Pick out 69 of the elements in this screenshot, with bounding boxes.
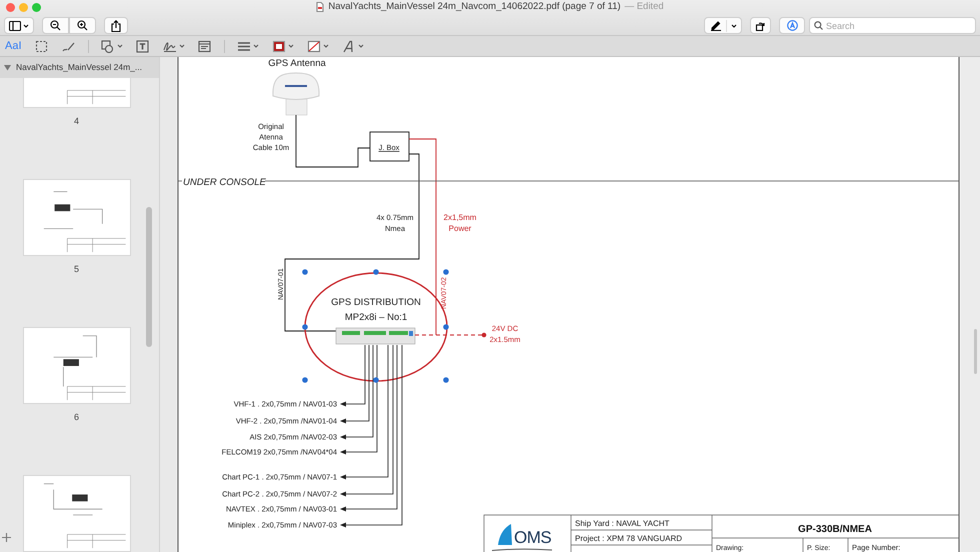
scroll-bar[interactable] bbox=[974, 329, 977, 374]
zoom-out-button[interactable] bbox=[42, 17, 69, 34]
caret-icon bbox=[358, 43, 364, 49]
sign-icon bbox=[162, 40, 177, 52]
close-button[interactable] bbox=[6, 2, 15, 12]
drawing-title: GP-330B/NMEA bbox=[798, 524, 872, 535]
rotate-button[interactable] bbox=[750, 17, 771, 34]
junction-box bbox=[370, 132, 410, 162]
selection-handle[interactable] bbox=[302, 324, 308, 330]
gps-antenna-drawing bbox=[272, 72, 320, 116]
zone-label: UNDER CONSOLE bbox=[183, 177, 266, 188]
pdf-file-icon bbox=[316, 2, 324, 12]
line-style-icon bbox=[236, 40, 251, 52]
distribution-title: GPS DISTRIBUTION bbox=[331, 297, 421, 308]
project-label: Project : XPM 78 VANGUARD bbox=[575, 534, 682, 543]
sidebar-icon bbox=[9, 20, 21, 30]
power-supply-line bbox=[414, 332, 486, 338]
shapes-icon bbox=[100, 40, 115, 52]
selection-handle[interactable] bbox=[443, 377, 449, 383]
selection-handle[interactable] bbox=[302, 377, 308, 383]
scroll-bar[interactable] bbox=[146, 207, 152, 347]
pen-icon bbox=[710, 20, 722, 31]
shapes-tool-button[interactable] bbox=[98, 38, 125, 54]
caret-icon bbox=[288, 43, 294, 49]
add-icon[interactable] bbox=[2, 533, 11, 542]
zoom-out-icon bbox=[50, 20, 61, 31]
fill-color-icon bbox=[306, 40, 321, 52]
selection-handle[interactable] bbox=[373, 377, 379, 383]
edited-status: — Edited bbox=[624, 0, 664, 14]
zoom-in-button[interactable] bbox=[69, 17, 96, 34]
disclosure-triangle-icon[interactable] bbox=[4, 64, 11, 71]
power-spec-label: 2x1,5mm Power bbox=[444, 213, 476, 233]
antenna-label: GPS Antenna bbox=[268, 58, 326, 69]
share-button[interactable] bbox=[104, 17, 128, 34]
zoom-in-icon bbox=[77, 20, 88, 31]
caret-icon bbox=[23, 22, 29, 28]
border-color-icon bbox=[272, 40, 286, 52]
rect-select-icon bbox=[34, 40, 49, 52]
search-field[interactable]: Search bbox=[809, 17, 976, 34]
selection-handle[interactable] bbox=[302, 269, 308, 275]
page-thumbnail[interactable] bbox=[22, 475, 130, 552]
text-box-icon bbox=[136, 40, 150, 52]
markup-pen-icon bbox=[786, 20, 798, 31]
annotate-button[interactable] bbox=[779, 17, 805, 34]
sidebar-toggle-button[interactable] bbox=[4, 17, 34, 34]
ship-yard-label: Ship Yard : NAVAL YACHT bbox=[575, 519, 670, 528]
caret-icon bbox=[116, 43, 123, 49]
page-thumbnail[interactable] bbox=[22, 179, 130, 256]
page-number-label: 4 bbox=[74, 115, 79, 128]
caret-icon bbox=[322, 43, 329, 49]
rotate-icon bbox=[755, 20, 766, 31]
text-select-tool-button[interactable]: AaI bbox=[3, 38, 24, 54]
distribution-model: MP2x8i – No:1 bbox=[344, 312, 408, 323]
search-icon bbox=[814, 21, 823, 30]
page-thumbnail[interactable] bbox=[22, 327, 130, 404]
note-icon bbox=[198, 40, 212, 52]
caret-icon bbox=[730, 22, 736, 28]
page-number-label: 5 bbox=[74, 263, 79, 276]
selection-handle[interactable] bbox=[373, 269, 379, 275]
selection-handle[interactable] bbox=[443, 324, 449, 330]
markup-button[interactable] bbox=[704, 17, 742, 34]
caret-icon bbox=[178, 43, 185, 49]
document-title: NavalYachts_MainVessel 24m_... bbox=[16, 61, 142, 74]
window-title: NavalYachts_MainVessel 24m_Navcom_14062022.pdf (page 7 of 11) bbox=[328, 0, 621, 14]
caret-icon bbox=[252, 43, 259, 49]
share-icon bbox=[111, 20, 121, 32]
page-number-label: 6 bbox=[74, 411, 79, 424]
logo-text: OMS bbox=[514, 528, 552, 547]
selection-handle[interactable] bbox=[443, 269, 449, 275]
